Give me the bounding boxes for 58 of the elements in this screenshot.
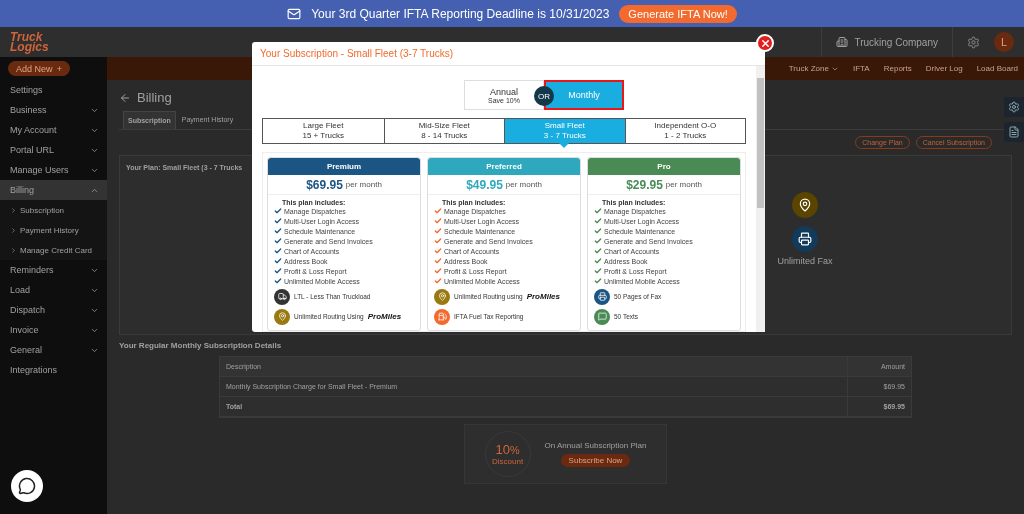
- printer-icon: [792, 226, 818, 252]
- feature-label: Unlimited Fax: [777, 256, 833, 266]
- sidebar-subitem[interactable]: Subscription: [0, 200, 107, 220]
- user-avatar[interactable]: L: [994, 32, 1014, 52]
- settings-icon[interactable]: [967, 35, 980, 49]
- sidebar-item[interactable]: Portal URL: [0, 140, 107, 160]
- nav-item[interactable]: IFTA: [852, 64, 870, 73]
- sidebar-item[interactable]: Reminders: [0, 260, 107, 280]
- sidebar-item[interactable]: Manage Users: [0, 160, 107, 180]
- plan-price: $49.95 per month: [428, 175, 580, 195]
- nav-item[interactable]: Load Board: [976, 64, 1018, 73]
- sidebar-item[interactable]: Settings: [0, 80, 107, 100]
- sidebar-item[interactable]: Integrations: [0, 360, 107, 380]
- close-button[interactable]: [756, 34, 774, 52]
- sidebar-subitem[interactable]: Payment History: [0, 220, 107, 240]
- truck-icon: [274, 288, 290, 305]
- map-pin-icon: [274, 308, 290, 325]
- banner-message: Your 3rd Quarter IFTA Reporting Deadline is 10/31/2023: [311, 6, 610, 21]
- settings-icon[interactable]: [1004, 97, 1024, 117]
- map-pin-icon: [792, 192, 818, 218]
- printer-icon: [594, 288, 610, 305]
- document-icon[interactable]: [1004, 122, 1024, 142]
- back-icon[interactable]: [119, 91, 131, 104]
- scrollbar[interactable]: [756, 66, 765, 332]
- plan-price: $29.95 per month: [588, 175, 740, 195]
- building-icon: [836, 36, 849, 48]
- sidebar-item[interactable]: Billing: [0, 180, 107, 200]
- map-pin-icon: [434, 288, 450, 305]
- subscribe-button[interactable]: Subscribe Now: [560, 454, 631, 467]
- brand-logo: ProMiles: [526, 292, 560, 301]
- sidebar-item[interactable]: Dispatch: [0, 300, 107, 320]
- chevron-right-icon: [10, 246, 17, 254]
- caret-icon: [559, 143, 570, 148]
- add-new-button[interactable]: Add New +: [8, 61, 70, 76]
- sidebar-subitem[interactable]: Manage Credit Card: [0, 240, 107, 260]
- sidebar-item[interactable]: Invoice: [0, 320, 107, 340]
- nav-item[interactable]: Reports: [883, 64, 912, 73]
- mail-icon: [287, 6, 302, 21]
- fuel-pump-icon: [434, 308, 450, 325]
- chat-icon: [594, 308, 610, 325]
- sidebar-item[interactable]: Business: [0, 100, 107, 120]
- plan-name: Premium: [268, 158, 420, 175]
- plan-price: $69.95 per month: [268, 175, 420, 195]
- chevron-right-icon: [10, 226, 17, 234]
- plan-name: Pro: [588, 158, 740, 175]
- close-icon: [759, 37, 771, 49]
- sidebar-item[interactable]: My Account: [0, 120, 107, 140]
- sidebar-item[interactable]: Load: [0, 280, 107, 300]
- promo-text: On Annual Subscription Plan: [544, 441, 647, 450]
- sidebar-item[interactable]: General: [0, 340, 107, 360]
- brand-logo: ProMiles: [367, 312, 402, 321]
- logo[interactable]: Truck Logics: [10, 32, 49, 52]
- page-title: Billing: [137, 90, 172, 105]
- plan-name: Preferred: [428, 158, 580, 175]
- nav-item[interactable]: Truck Zone: [788, 64, 839, 73]
- nav-item[interactable]: Driver Log: [925, 64, 963, 73]
- section-title: Your Regular Monthly Subscription Details: [119, 341, 283, 350]
- chevron-right-icon: [10, 206, 17, 214]
